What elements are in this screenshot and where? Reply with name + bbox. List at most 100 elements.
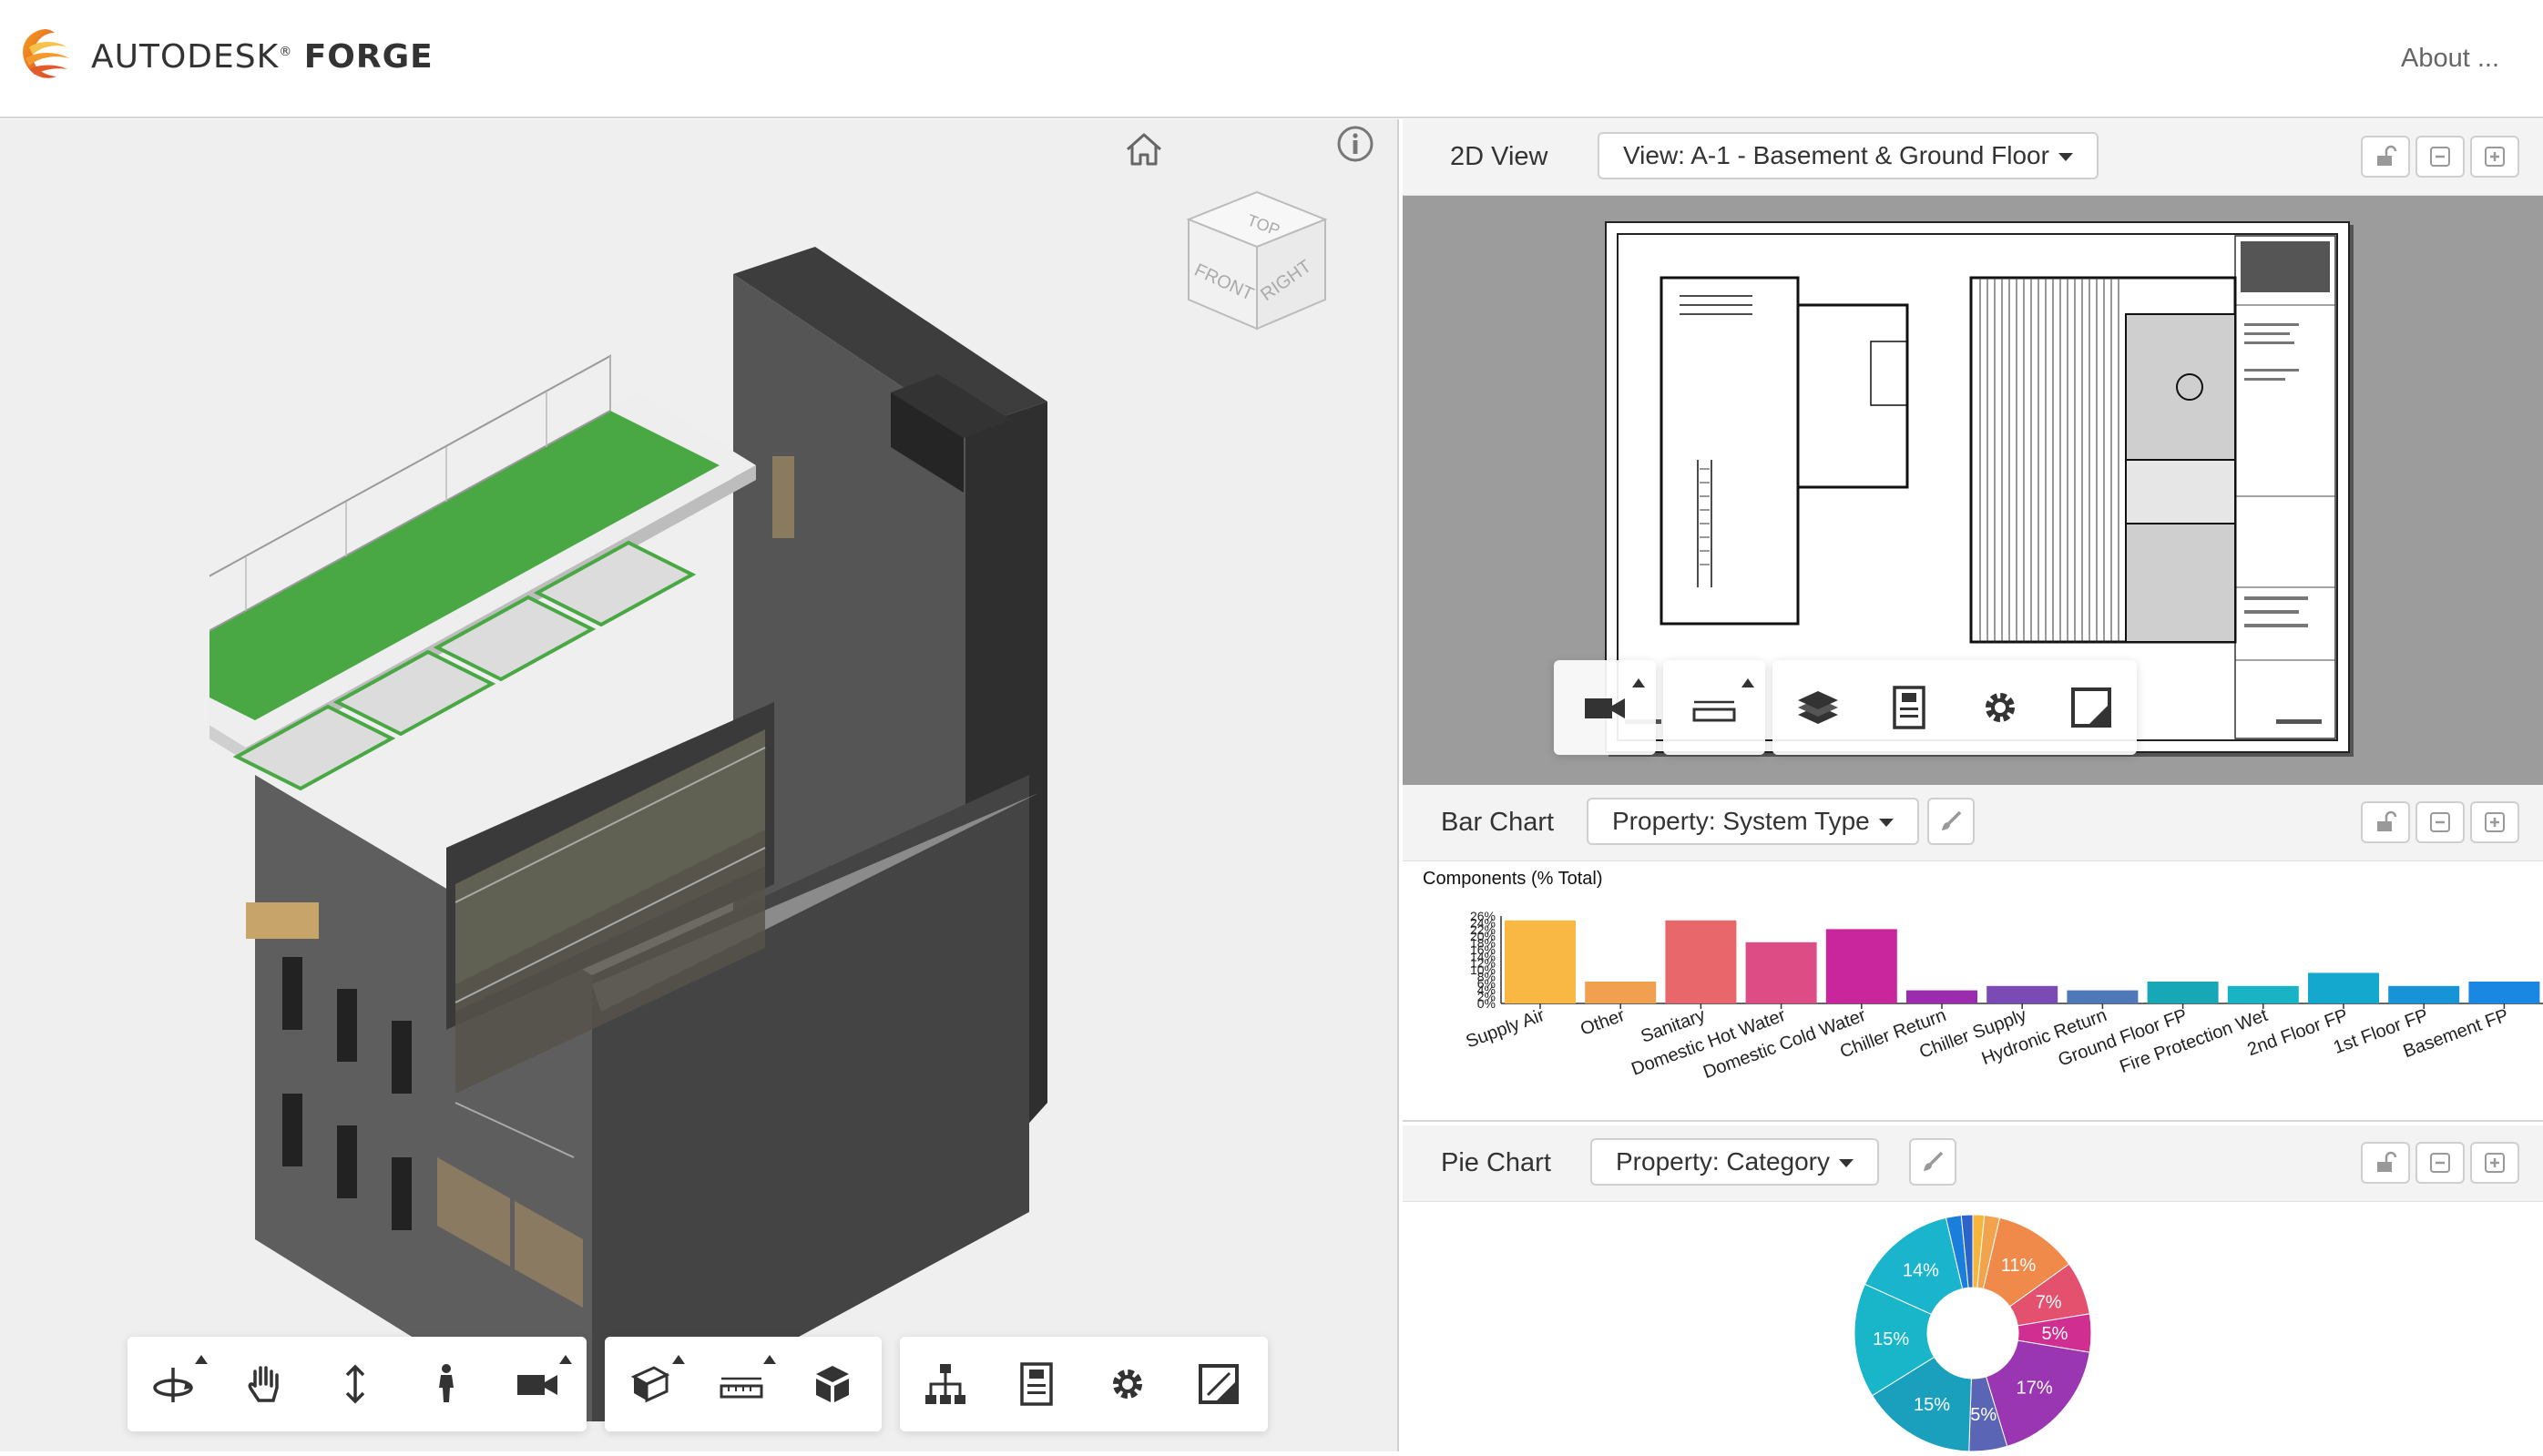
section-tool[interactable] xyxy=(605,1337,696,1431)
measure-icon xyxy=(1692,700,1736,722)
camera-icon xyxy=(1585,698,1625,718)
measure-tool[interactable] xyxy=(696,1337,787,1431)
viewer-2d[interactable] xyxy=(1403,196,2543,785)
model-tree-tool[interactable] xyxy=(900,1337,991,1431)
x-category-label: Other xyxy=(1578,1005,1628,1040)
layers-icon xyxy=(1798,691,1838,724)
viewer-2d-toolbar-mid xyxy=(1663,660,1765,755)
viewer-3d[interactable]: TOP FRONT RIGHT xyxy=(0,119,1399,1451)
maximize-button[interactable] xyxy=(2470,1142,2519,1184)
minus-square-icon xyxy=(2430,147,2450,167)
bar[interactable] xyxy=(2227,985,2299,1003)
properties-icon xyxy=(1020,1362,1053,1406)
bar[interactable] xyxy=(2388,985,2460,1003)
pie-slice-label: 11% xyxy=(2001,1256,2037,1276)
settings-icon xyxy=(1113,1369,1142,1399)
unlock-icon xyxy=(2377,145,2397,166)
bar-chart-title: Components (% Total) xyxy=(1423,869,1603,889)
chevron-down-icon xyxy=(2058,153,2073,162)
plus-square-icon xyxy=(2485,812,2505,832)
settings-2d-tool[interactable] xyxy=(1955,660,2046,755)
camera-tool[interactable] xyxy=(492,1337,583,1431)
bar[interactable] xyxy=(2147,982,2219,1003)
building-3d-model[interactable] xyxy=(209,192,1120,1421)
maximize-button[interactable] xyxy=(2470,801,2519,843)
view-select-dropdown[interactable]: View: A-1 - Basement & Ground Floor xyxy=(1598,132,2099,179)
y-tick-label: 26% xyxy=(1470,909,1496,923)
layers-tool[interactable] xyxy=(1772,660,1864,755)
paintbrush-icon xyxy=(1924,1151,1944,1171)
bar[interactable] xyxy=(1505,920,1576,1003)
dolly-tool[interactable] xyxy=(310,1337,401,1431)
bar[interactable] xyxy=(1745,942,1817,1003)
maximize-button[interactable] xyxy=(2470,136,2519,178)
measure-2d-tool[interactable] xyxy=(1663,660,1765,755)
app-header: AUTODESK® FORGE About ... xyxy=(0,0,2543,118)
viewcube[interactable]: TOP FRONT RIGHT xyxy=(1175,183,1339,347)
pie-color-button[interactable] xyxy=(1909,1138,1956,1186)
panel-pie-title: Pie Chart xyxy=(1441,1148,1551,1177)
bar[interactable] xyxy=(2067,990,2139,1003)
pie-slice-label: 17% xyxy=(2017,1378,2053,1398)
bar[interactable] xyxy=(1906,990,1977,1003)
settings-icon xyxy=(1986,693,2015,722)
about-link[interactable]: About ... xyxy=(2401,44,2499,74)
fullscreen-tool[interactable] xyxy=(1173,1337,1264,1431)
unlock-button[interactable] xyxy=(2361,136,2410,178)
bar-color-button[interactable] xyxy=(1927,798,1975,845)
explode-icon xyxy=(816,1366,849,1402)
explode-tool[interactable] xyxy=(787,1337,878,1431)
bar[interactable] xyxy=(2468,982,2540,1003)
pie-slice-label: 5% xyxy=(2042,1324,2068,1344)
fullscreen-icon xyxy=(2071,687,2111,728)
properties-tool[interactable] xyxy=(991,1337,1082,1431)
viewer-2d-toolbar-right xyxy=(1772,660,2137,755)
minimize-button[interactable] xyxy=(2415,801,2465,843)
bar-property-dropdown[interactable]: Property: System Type xyxy=(1587,798,1919,845)
orbit-icon xyxy=(153,1368,193,1402)
pie-slice-label: 14% xyxy=(1903,1260,1939,1280)
properties-icon xyxy=(1893,686,1925,729)
orbit-tool[interactable] xyxy=(128,1337,219,1431)
home-icon[interactable] xyxy=(1122,127,1166,171)
dolly-icon xyxy=(345,1364,365,1404)
pie-slice-label: 15% xyxy=(1914,1395,1950,1415)
unlock-icon xyxy=(2377,1151,2397,1172)
unlock-button[interactable] xyxy=(2361,801,2410,843)
view-select-value: View: A-1 - Basement & Ground Floor xyxy=(1623,141,2049,169)
properties-2d-tool[interactable] xyxy=(1864,660,1955,755)
brand-title: AUTODESK® FORGE xyxy=(91,38,434,76)
settings-tool[interactable] xyxy=(1082,1337,1173,1431)
window-controls xyxy=(2361,801,2519,843)
pie-chart: 11% 7% 5% 17% 5% 15% 15% 14% xyxy=(1854,1214,2092,1452)
pie-property-dropdown[interactable]: Property: Category xyxy=(1590,1138,1879,1186)
camera-2d-tool[interactable] xyxy=(1554,660,1656,755)
bar-property-value: Property: System Type xyxy=(1612,807,1870,835)
bar[interactable] xyxy=(1665,920,1737,1003)
minus-square-icon xyxy=(2430,1153,2450,1173)
section-icon xyxy=(630,1366,670,1403)
pie-property-value: Property: Category xyxy=(1616,1147,1830,1176)
info-icon[interactable] xyxy=(1335,124,1375,164)
fullscreen-2d-tool[interactable] xyxy=(2046,660,2137,755)
pan-icon xyxy=(248,1366,279,1402)
model-toolbar xyxy=(605,1337,882,1431)
bar-chart: 0%2%4%6%8%10%12%14%16%18%20%22%24%26%Sup… xyxy=(1464,909,2543,1083)
camera-icon xyxy=(517,1375,557,1395)
panel-2d-title: 2D View xyxy=(1450,142,1548,171)
minimize-button[interactable] xyxy=(2415,1142,2465,1184)
bar-chart-panel: Components (% Total) 0% 2% 4% 6% 8% 10% 12% 14%… xyxy=(1403,861,2543,1122)
walk-tool[interactable] xyxy=(401,1337,492,1431)
unlock-button[interactable] xyxy=(2361,1142,2410,1184)
pan-tool[interactable] xyxy=(219,1337,310,1431)
minimize-button[interactable] xyxy=(2415,136,2465,178)
bar[interactable] xyxy=(1585,982,1657,1003)
panel-2d-header: 2D View View: A-1 - Basement & Ground Fl… xyxy=(1403,119,2543,196)
bar[interactable] xyxy=(1825,929,1897,1003)
bar[interactable] xyxy=(2308,972,2379,1003)
paintbrush-icon xyxy=(1942,810,1962,830)
bar[interactable] xyxy=(1986,985,2058,1003)
viewer-2d-toolbar-left xyxy=(1554,660,1656,755)
plus-square-icon xyxy=(2485,147,2505,167)
window-controls xyxy=(2361,136,2519,178)
